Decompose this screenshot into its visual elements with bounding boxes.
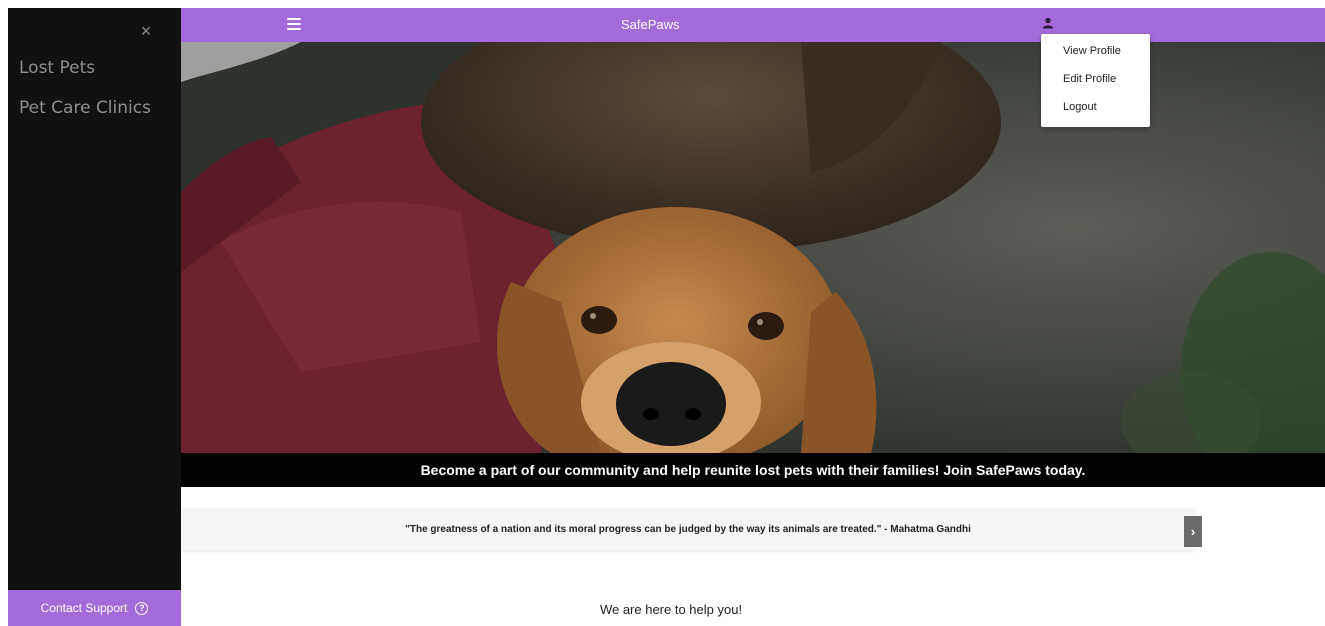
chevron-right-icon[interactable]: › xyxy=(1184,516,1202,547)
user-icon[interactable] xyxy=(1042,17,1054,29)
contact-support-label: Contact Support xyxy=(40,601,128,615)
sidebar-item-lost-pets[interactable]: Lost Pets xyxy=(19,58,95,78)
brand-title: SafePaws xyxy=(621,17,680,32)
quote-text: "The greatness of a nation and its moral… xyxy=(405,523,971,535)
help-heading: We are here to help you! xyxy=(599,602,743,617)
question-circle-icon: ? xyxy=(135,601,149,615)
menu-item-logout[interactable]: Logout xyxy=(1063,101,1097,113)
hamburger-icon[interactable] xyxy=(287,18,301,30)
user-dropdown-menu: View Profile Edit Profile Logout xyxy=(1041,34,1150,127)
sidebar-item-pet-care-clinics[interactable]: Pet Care Clinics xyxy=(19,98,151,118)
hero-image xyxy=(181,42,1325,453)
menu-item-view-profile[interactable]: View Profile xyxy=(1063,45,1121,57)
menu-item-edit-profile[interactable]: Edit Profile xyxy=(1063,73,1116,85)
hero-caption: Become a part of our community and help … xyxy=(181,453,1325,487)
sidebar: × Lost Pets Pet Care Clinics Contact Sup… xyxy=(8,8,181,626)
hero-illustration xyxy=(181,42,1325,453)
top-navbar: SafePaws xyxy=(181,8,1325,42)
contact-support-button[interactable]: Contact Support ? xyxy=(8,590,181,626)
close-icon[interactable]: × xyxy=(137,22,155,40)
